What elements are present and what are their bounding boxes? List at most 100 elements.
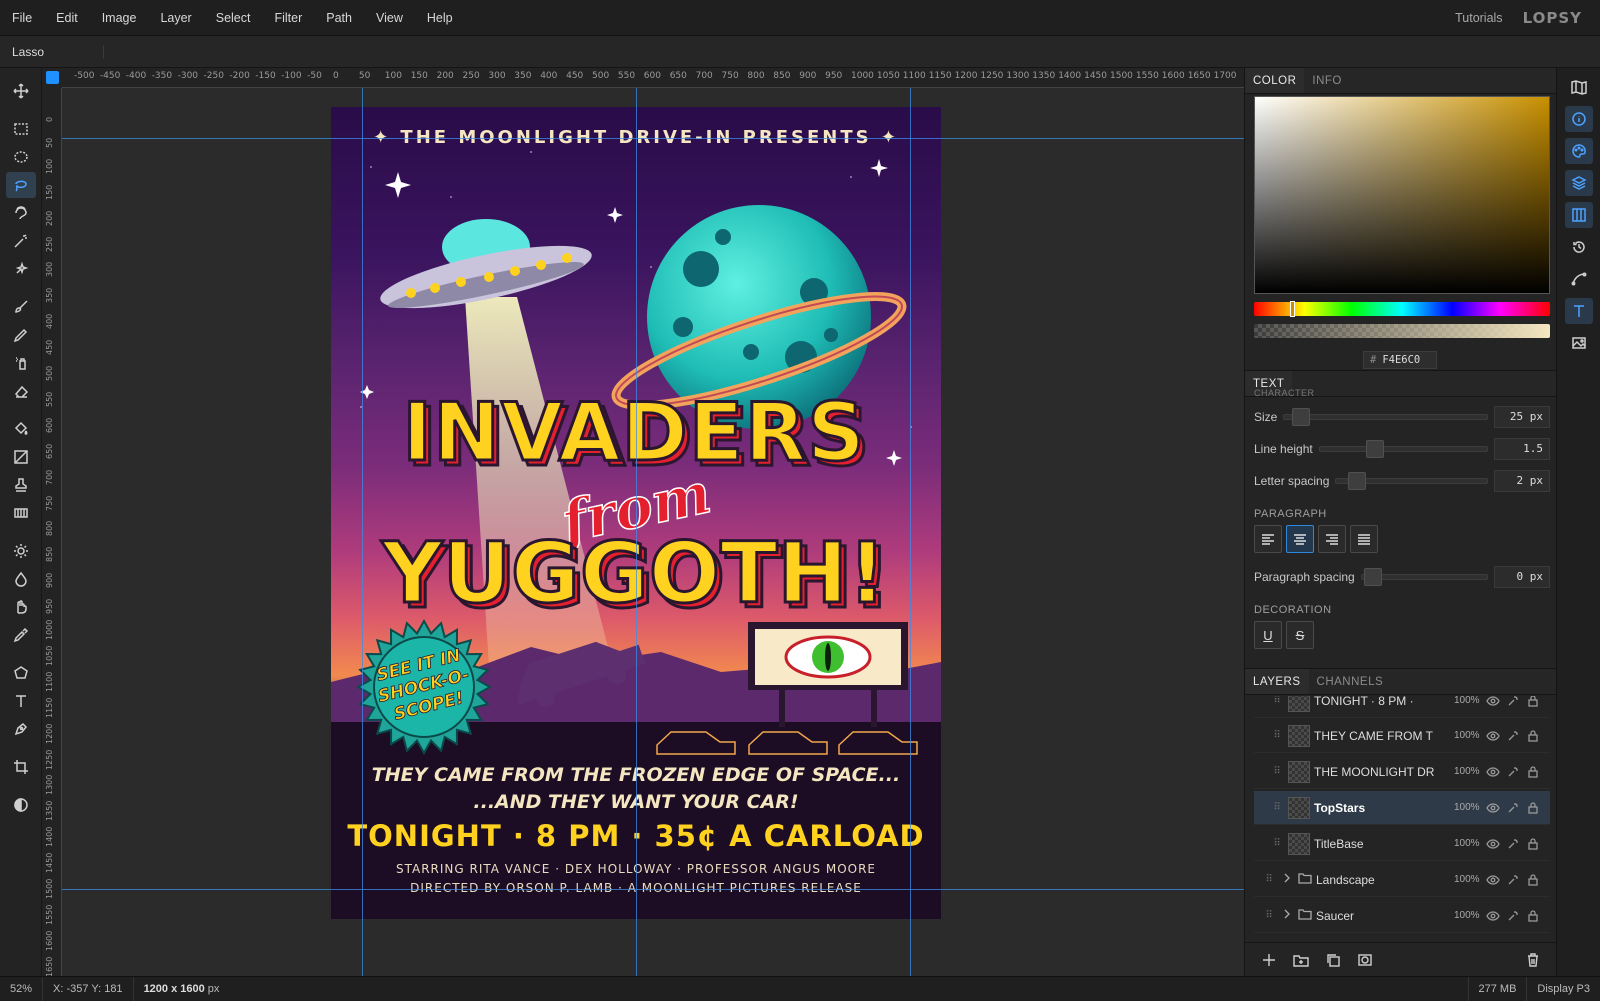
- layer-opacity[interactable]: 100%: [1454, 838, 1486, 849]
- drag-handle-icon[interactable]: ⠿: [1270, 802, 1284, 813]
- menu-path[interactable]: Path: [314, 0, 364, 36]
- quick-select-icon[interactable]: [6, 256, 36, 282]
- align-left-icon[interactable]: [1254, 525, 1282, 553]
- zoom-level[interactable]: 52%: [0, 976, 44, 1001]
- delete-layer-icon[interactable]: [1525, 952, 1541, 968]
- spray-tool-icon[interactable]: [6, 350, 36, 376]
- line-height-input[interactable]: 1.5: [1494, 438, 1550, 460]
- horizontal-ruler[interactable]: -500 -450 -400 -350 -300 -250 -200 -150 -100 -50 0…: [62, 68, 1244, 88]
- fx-icon[interactable]: [1506, 909, 1520, 923]
- layer-group-row[interactable]: ⠿ Landscape 100%: [1254, 863, 1550, 897]
- palette-icon[interactable]: [1565, 138, 1593, 164]
- layer-opacity[interactable]: 100%: [1454, 696, 1486, 706]
- layer-row[interactable]: ⠿ THEY CAME FROM T 100%: [1254, 719, 1550, 753]
- new-group-icon[interactable]: [1293, 952, 1309, 968]
- line-height-slider[interactable]: [1318, 440, 1488, 458]
- letter-spacing-slider-thumb[interactable]: [1348, 472, 1367, 490]
- lock-icon[interactable]: [1526, 765, 1540, 779]
- paragraph-spacing-input[interactable]: 0 px: [1494, 566, 1550, 588]
- duplicate-layer-icon[interactable]: [1325, 952, 1341, 968]
- move-tool-icon[interactable]: [6, 78, 36, 104]
- fx-icon[interactable]: [1506, 801, 1520, 815]
- hex-color-input[interactable]: # F4E6C0: [1363, 351, 1437, 369]
- tutorials-link[interactable]: Tutorials: [1455, 11, 1502, 25]
- chevron-right-icon[interactable]: [1280, 871, 1294, 888]
- bucket-tool-icon[interactable]: [6, 416, 36, 442]
- fx-icon[interactable]: [1506, 873, 1520, 887]
- color-profile[interactable]: Display P3: [1527, 977, 1600, 1001]
- line-height-slider-thumb[interactable]: [1365, 440, 1384, 458]
- lock-icon[interactable]: [1526, 729, 1540, 743]
- columns-icon[interactable]: [1565, 202, 1593, 228]
- paragraph-spacing-slider-thumb[interactable]: [1363, 568, 1382, 586]
- menu-image[interactable]: Image: [90, 0, 149, 36]
- eye-icon[interactable]: [1486, 837, 1500, 851]
- layer-row[interactable]: ⠿ TitleBase 100%: [1254, 827, 1550, 861]
- pattern-tool-icon[interactable]: [6, 500, 36, 526]
- menu-file[interactable]: File: [0, 0, 44, 36]
- lock-icon[interactable]: [1526, 873, 1540, 887]
- rect-select-icon[interactable]: [6, 116, 36, 142]
- drag-handle-icon[interactable]: ⠿: [1270, 730, 1284, 741]
- drag-handle-icon[interactable]: ⠿: [1270, 766, 1284, 777]
- eye-icon[interactable]: [1486, 801, 1500, 815]
- add-layer-icon[interactable]: [1261, 952, 1277, 968]
- eye-icon[interactable]: [1486, 909, 1500, 923]
- alpha-slider[interactable]: [1254, 324, 1550, 338]
- tab-layers[interactable]: LAYERS: [1245, 669, 1309, 694]
- layers-icon[interactable]: [1565, 170, 1593, 196]
- tab-color[interactable]: COLOR: [1245, 68, 1305, 93]
- magic-wand-icon[interactable]: [6, 228, 36, 254]
- fx-icon[interactable]: [1506, 765, 1520, 779]
- eye-icon[interactable]: [1486, 696, 1500, 708]
- hue-slider[interactable]: [1254, 301, 1550, 317]
- strikethrough-button[interactable]: S: [1286, 621, 1314, 649]
- layer-list[interactable]: ⠿ TONIGHT · 8 PM · 100% ⠿ THEY CAME FROM …: [1245, 696, 1557, 942]
- contrast-toggle-icon[interactable]: [6, 792, 36, 818]
- layer-opacity[interactable]: 100%: [1454, 802, 1486, 813]
- dodge-tool-icon[interactable]: [6, 538, 36, 564]
- saturation-value-picker[interactable]: [1254, 96, 1550, 294]
- layer-row[interactable]: ⠿ THE MOONLIGHT DR 100%: [1254, 755, 1550, 789]
- drag-handle-icon[interactable]: ⠿: [1270, 696, 1284, 706]
- shape-tool-icon[interactable]: [6, 660, 36, 686]
- menu-filter[interactable]: Filter: [262, 0, 314, 36]
- layer-opacity[interactable]: 100%: [1454, 730, 1486, 741]
- drag-handle-icon[interactable]: ⠿: [1262, 910, 1276, 921]
- blur-tool-icon[interactable]: [6, 566, 36, 592]
- pen-tool-icon[interactable]: [6, 716, 36, 742]
- hue-slider-thumb[interactable]: [1290, 301, 1295, 317]
- guide-vertical-3[interactable]: [910, 88, 911, 976]
- guide-horizontal-1[interactable]: [62, 138, 1244, 139]
- type-panel-icon[interactable]: [1565, 298, 1593, 324]
- fx-icon[interactable]: [1506, 837, 1520, 851]
- eraser-tool-icon[interactable]: [6, 378, 36, 404]
- guide-vertical-2[interactable]: [636, 88, 637, 976]
- eye-icon[interactable]: [1486, 729, 1500, 743]
- size-slider[interactable]: [1283, 408, 1488, 426]
- underline-button[interactable]: U: [1254, 621, 1282, 649]
- fx-icon[interactable]: [1506, 729, 1520, 743]
- ruler-corner[interactable]: [42, 68, 62, 88]
- menu-layer[interactable]: Layer: [148, 0, 203, 36]
- layer-opacity[interactable]: 100%: [1454, 874, 1486, 885]
- crop-tool-icon[interactable]: [6, 754, 36, 780]
- size-slider-thumb[interactable]: [1292, 408, 1311, 426]
- lock-icon[interactable]: [1526, 909, 1540, 923]
- letter-spacing-input[interactable]: 2 px: [1494, 470, 1550, 492]
- vertical-ruler[interactable]: 0 50 100 150 200 250 300 350 400 450 500 550 600 650 7…: [42, 88, 62, 976]
- eye-icon[interactable]: [1486, 873, 1500, 887]
- lock-icon[interactable]: [1526, 837, 1540, 851]
- canvas-area[interactable]: -500 -450 -400 -350 -300 -250 -200 -150 -100 -50 0…: [42, 68, 1244, 976]
- lasso-tool-icon[interactable]: [6, 172, 36, 198]
- chevron-right-icon[interactable]: [1280, 907, 1294, 924]
- fx-icon[interactable]: [1506, 696, 1520, 708]
- guide-vertical-1[interactable]: [362, 88, 363, 976]
- mask-icon[interactable]: [1357, 952, 1373, 968]
- ellipse-select-icon[interactable]: [6, 144, 36, 170]
- menu-help[interactable]: Help: [415, 0, 465, 36]
- gradient-tool-icon[interactable]: [6, 444, 36, 470]
- drag-handle-icon[interactable]: ⠿: [1270, 838, 1284, 849]
- text-tool-icon[interactable]: [6, 688, 36, 714]
- tab-info[interactable]: INFO: [1304, 68, 1349, 93]
